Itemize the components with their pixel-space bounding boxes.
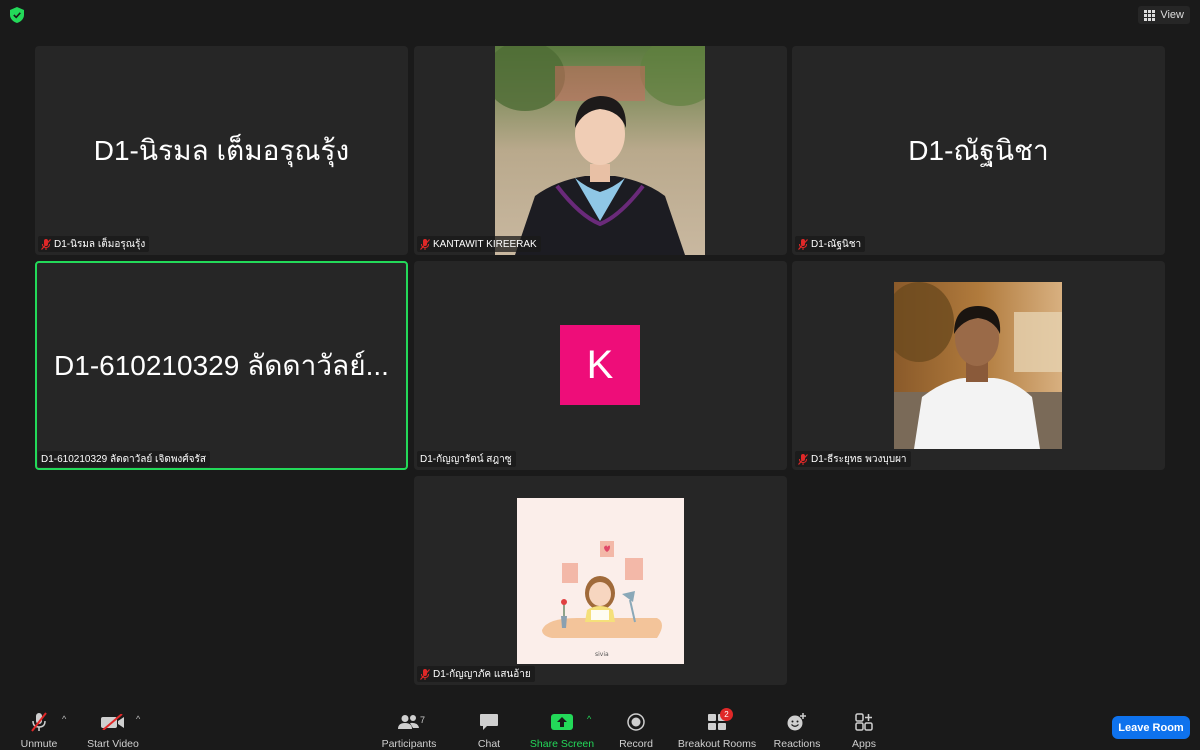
avatar: K: [560, 325, 640, 405]
grid-view-icon: [1144, 9, 1156, 21]
muted-mic-icon: [420, 668, 430, 680]
svg-text:sivia: sivia: [595, 651, 609, 658]
breakout-rooms-label: Breakout Rooms: [677, 738, 757, 750]
participant-name-label: KANTAWIT KIREERAK: [417, 236, 541, 252]
view-label: View: [1160, 9, 1184, 21]
share-options-caret-icon[interactable]: ^: [587, 714, 591, 724]
video-tile-teerayut[interactable]: D1-ธีระยุทธ พวงบุบผา: [792, 261, 1165, 470]
video-tile-kantawit[interactable]: KANTAWIT KIREERAK: [414, 46, 787, 255]
participant-name-label: D1-นิรมล เต็มอรุณรุ้ง: [38, 236, 150, 252]
participant-name: KANTAWIT KIREERAK: [433, 238, 537, 250]
breakout-rooms-badge: 2: [720, 708, 733, 721]
muted-mic-icon: [420, 238, 430, 250]
apps-label: Apps: [852, 738, 876, 750]
participant-name: D1-กัญญาภัค แสนอ้าย: [433, 668, 531, 680]
microphone-muted-icon: [31, 712, 47, 732]
meeting-toolbar: Unmute ^ Start Video ^ 7 Participants Ch…: [0, 706, 1200, 750]
participant-name: D1-ธีระยุทธ พวงบุบผา: [811, 453, 907, 465]
participant-display-name: D1-นิรมล เต็มอรุณรุ้ง: [93, 134, 350, 166]
video-tile-kanyarat[interactable]: K D1-กัญญารัตน์ สฎาซู: [414, 261, 787, 470]
profile-photo-student: [894, 282, 1062, 449]
start-video-label: Start Video: [87, 738, 139, 750]
apps-icon: [855, 713, 873, 731]
video-tile-kanyapak[interactable]: sivia D1-กัญญาภัค แสนอ้าย: [414, 476, 787, 685]
audio-options-caret-icon[interactable]: ^: [62, 714, 66, 724]
chat-label: Chat: [477, 738, 501, 750]
chat-button[interactable]: Chat: [470, 706, 508, 750]
share-screen-icon: [551, 714, 573, 730]
reactions-label: Reactions: [773, 738, 821, 750]
video-tile-nirmon[interactable]: D1-นิรมล เต็มอรุณรุ้ง D1-นิรมล เต็มอรุณร…: [35, 46, 408, 255]
participants-button[interactable]: 7 Participants: [378, 706, 440, 750]
unmute-label: Unmute: [20, 738, 58, 750]
participant-name: D1-กัญญารัตน์ สฎาซู: [420, 453, 512, 465]
record-label: Record: [619, 738, 653, 750]
breakout-rooms-button[interactable]: 2 Breakout Rooms: [676, 706, 758, 750]
meeting-window: View D1-นิรมล เต็มอรุณรุ้ง D1-นิรมล เต็ม…: [0, 0, 1200, 750]
muted-mic-icon: [41, 238, 51, 250]
start-video-button[interactable]: Start Video: [82, 706, 144, 750]
profile-illustration: sivia: [517, 498, 684, 664]
muted-mic-icon: [798, 453, 808, 465]
participants-count: 7: [420, 715, 426, 725]
top-bar: View: [0, 0, 1200, 30]
participant-name-label: D1-กัญญารัตน์ สฎาซู: [417, 451, 516, 467]
participant-name: D1-610210329 ลัดดาวัลย์ เจิดพงศ์จรัส: [41, 453, 206, 465]
participant-display-name: D1-ณัฐนิชา: [908, 134, 1049, 166]
video-camera-off-icon: [101, 714, 124, 730]
participant-name: D1-นิรมล เต็มอรุณรุ้ง: [54, 238, 146, 250]
muted-mic-icon: [798, 238, 808, 250]
participant-name-label: D1-610210329 ลัดดาวัลย์ เจิดพงศ์จรัส: [38, 451, 210, 467]
video-tile-laddawan[interactable]: D1-610210329 ลัดดาวัลย์... D1-610210329 …: [35, 261, 408, 470]
video-tile-natnicha[interactable]: D1-ณัฐนิชา D1-ณัฐนิชา: [792, 46, 1165, 255]
share-screen-label: Share Screen: [529, 738, 595, 750]
view-button[interactable]: View: [1138, 6, 1190, 24]
security-shield-icon[interactable]: [10, 7, 24, 23]
chat-bubble-icon: [480, 714, 498, 730]
record-button[interactable]: Record: [616, 706, 656, 750]
unmute-button[interactable]: Unmute: [15, 706, 63, 750]
profile-photo-graduate: [495, 46, 705, 255]
record-icon: [627, 713, 645, 731]
participant-name-label: D1-กัญญาภัค แสนอ้าย: [417, 666, 535, 682]
leave-room-button[interactable]: Leave Room: [1112, 716, 1190, 739]
reactions-smiley-icon: [787, 713, 806, 731]
participant-name-label: D1-ธีระยุทธ พวงบุบผา: [795, 451, 911, 467]
participants-icon: [398, 715, 419, 729]
participants-label: Participants: [381, 738, 437, 750]
reactions-button[interactable]: Reactions: [772, 706, 822, 750]
participant-name-label: D1-ณัฐนิชา: [795, 236, 866, 252]
video-options-caret-icon[interactable]: ^: [136, 714, 140, 724]
share-screen-button[interactable]: Share Screen: [528, 706, 596, 750]
participant-display-name: D1-610210329 ลัดดาวัลย์...: [54, 349, 389, 381]
participant-name: D1-ณัฐนิชา: [811, 238, 862, 250]
apps-button[interactable]: Apps: [846, 706, 882, 750]
